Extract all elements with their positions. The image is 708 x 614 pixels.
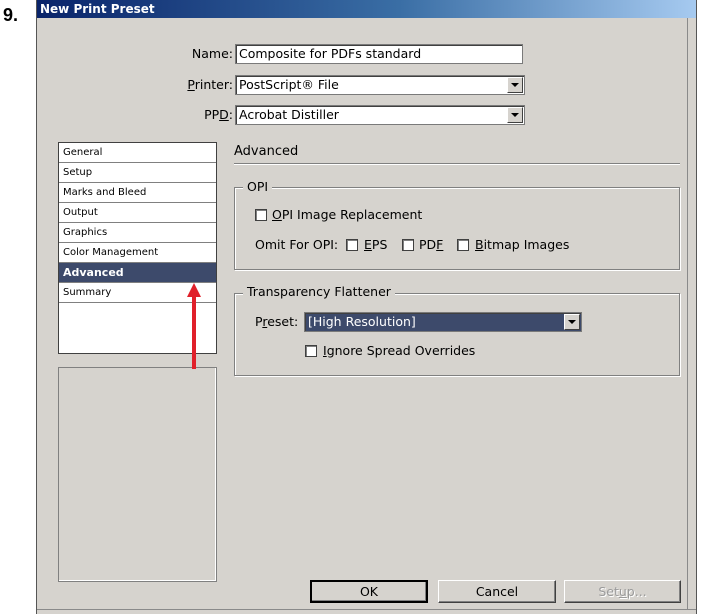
sidebar-item-graphics[interactable]: Graphics: [59, 223, 216, 243]
omit-eps-checkbox[interactable]: [346, 239, 358, 251]
omit-eps-label[interactable]: EPS: [364, 237, 387, 252]
panel-title: Advanced: [234, 144, 299, 159]
sidebar-item-advanced[interactable]: Advanced: [59, 263, 216, 283]
chevron-down-icon: [568, 320, 576, 324]
panel-title-divider: [234, 163, 680, 165]
opi-group-label: OPI: [243, 179, 273, 194]
omit-bitmap-checkbox[interactable]: [457, 239, 469, 251]
omit-for-opi-label: Omit For OPI:: [255, 237, 339, 252]
sidebar-item-color-management[interactable]: Color Management: [59, 243, 216, 263]
opi-image-replacement-checkbox[interactable]: [255, 209, 267, 221]
sidebar-item-output[interactable]: Output: [59, 203, 216, 223]
printer-dropdown-button[interactable]: [507, 77, 523, 93]
flattener-preset-dropdown-button[interactable]: [564, 314, 580, 330]
transparency-flattener-label: Transparency Flattener: [243, 284, 395, 299]
ignore-spread-overrides-checkbox[interactable]: [305, 345, 317, 357]
dialog-right-edge: [687, 18, 698, 609]
printer-select[interactable]: PostScript® File: [235, 75, 525, 95]
step-number: 9.: [3, 5, 19, 25]
setup-button[interactable]: Setup...: [564, 580, 681, 603]
ppd-select-value: Acrobat Distiller: [239, 107, 339, 122]
preview-area: [58, 367, 217, 582]
cancel-button[interactable]: Cancel: [438, 580, 556, 603]
omit-pdf-label[interactable]: PDF: [419, 237, 443, 252]
omit-bitmap-label[interactable]: Bitmap Images: [475, 237, 569, 252]
red-arrow-icon: [187, 283, 201, 369]
flattener-preset-value: [High Resolution]: [308, 314, 416, 329]
sidebar-item-setup[interactable]: Setup: [59, 163, 216, 183]
dialog-bottom-edge: [37, 609, 696, 614]
ppd-select[interactable]: Acrobat Distiller: [235, 105, 525, 125]
name-input[interactable]: Composite for PDFs standard: [235, 44, 523, 64]
chevron-down-icon: [511, 113, 519, 117]
sidebar-item-general[interactable]: General: [59, 143, 216, 163]
new-print-preset-dialog: New Print Preset Name: Composite for PDF…: [36, 0, 697, 614]
dialog-title-bar[interactable]: New Print Preset: [37, 0, 696, 18]
ppd-label: PPD:: [204, 107, 233, 122]
ignore-spread-overrides-label[interactable]: Ignore Spread Overrides: [323, 343, 475, 358]
opi-image-replacement-label[interactable]: OPI Image Replacement: [272, 207, 422, 222]
chevron-down-icon: [511, 83, 519, 87]
name-label: Name:: [191, 46, 233, 61]
flattener-preset-select[interactable]: [High Resolution]: [304, 312, 582, 332]
ok-button[interactable]: OK: [310, 580, 428, 603]
transparency-flattener-group: [234, 293, 680, 376]
printer-select-value: PostScript® File: [239, 77, 339, 92]
printer-label: Printer:: [187, 77, 233, 92]
sidebar-item-marks-and-bleed[interactable]: Marks and Bleed: [59, 183, 216, 203]
omit-pdf-checkbox[interactable]: [402, 239, 414, 251]
opi-group: [234, 187, 680, 270]
ppd-dropdown-button[interactable]: [507, 107, 523, 123]
preset-label: Preset:: [255, 314, 299, 329]
